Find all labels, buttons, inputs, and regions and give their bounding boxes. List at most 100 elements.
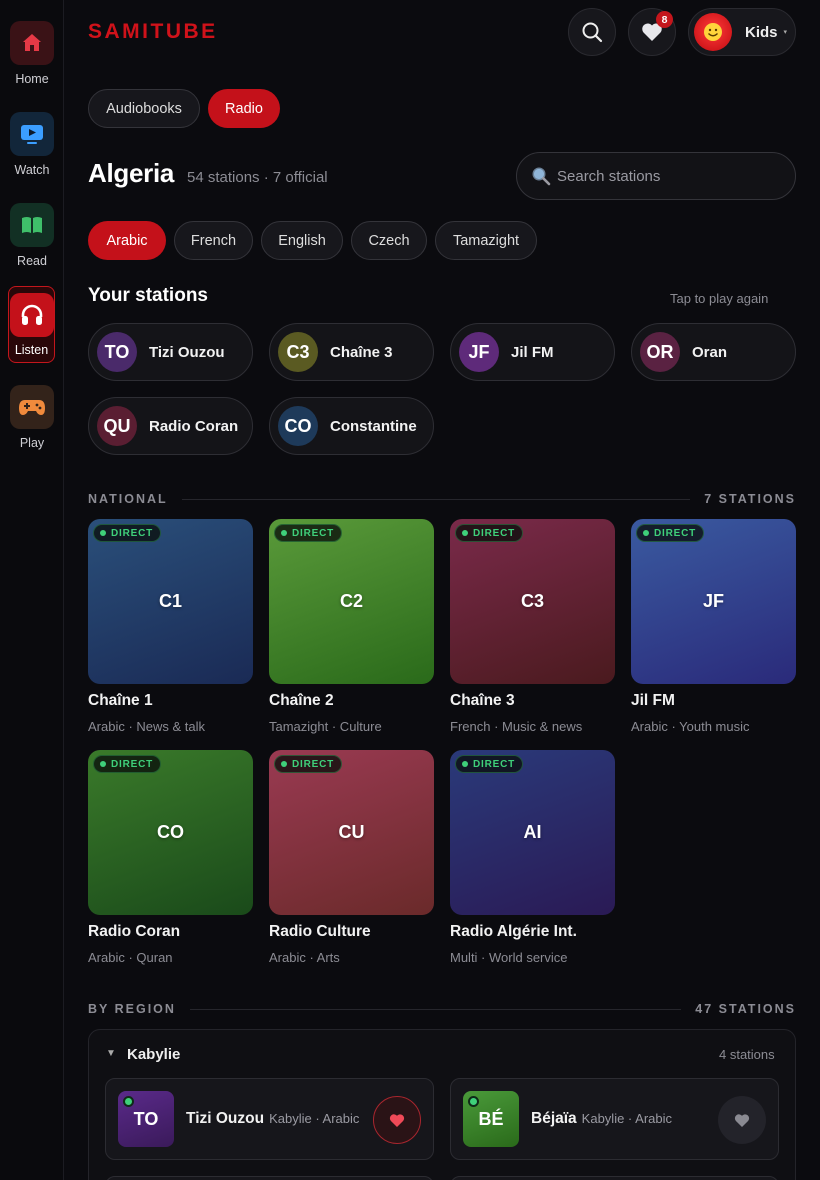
station-subtitle: Tamazight · Culture xyxy=(269,719,382,734)
search-input[interactable] xyxy=(557,167,777,185)
live-badge: DIRECT xyxy=(455,755,524,773)
region-name[interactable]: Kabylie xyxy=(127,1046,180,1063)
live-dot-icon xyxy=(100,530,106,536)
live-dot-icon xyxy=(468,1096,479,1107)
section-label: BY REGION xyxy=(88,1002,176,1016)
language-chip-french[interactable]: French xyxy=(174,221,253,260)
station-card-radio-coran[interactable]: DIRECT CO xyxy=(88,750,253,915)
listen-tile xyxy=(9,293,54,337)
live-label: DIRECT xyxy=(292,758,335,770)
sidebar-item-play[interactable]: Play xyxy=(7,385,57,450)
recent-station-pill[interactable]: QU Radio Coran xyxy=(88,397,253,455)
station-name: Constantine xyxy=(330,417,417,435)
station-search[interactable] xyxy=(516,152,796,200)
station-subtitle: French · Music & news xyxy=(450,719,583,734)
live-dot-icon xyxy=(281,761,287,767)
station-avatar: QU xyxy=(97,406,137,446)
station-name: Oran xyxy=(692,343,728,361)
live-label: DIRECT xyxy=(111,758,154,770)
station-count-summary: 54 stations · 7 official xyxy=(187,169,328,186)
home-tile xyxy=(10,21,54,65)
home-icon xyxy=(23,34,41,51)
station-card-radio-algerie-int[interactable]: DIRECT AI xyxy=(450,750,615,915)
station-avatar: BÉ xyxy=(463,1091,519,1147)
region-station-row[interactable]: TO Tizi Ouzou Kabylie · Arabic xyxy=(105,1078,434,1160)
sidebar-item-listen[interactable]: Listen xyxy=(8,286,55,363)
station-abbr: JF xyxy=(702,591,724,611)
station-name[interactable]: Radio Algérie Int. xyxy=(450,923,577,941)
live-label: DIRECT xyxy=(654,527,697,539)
live-label: DIRECT xyxy=(111,527,154,539)
station-name: Tizi Ouzou xyxy=(186,1110,265,1127)
station-subtitle: Multi · World service xyxy=(450,950,568,965)
sidebar-item-home[interactable]: Home xyxy=(7,21,57,86)
favorite-toggle-button[interactable] xyxy=(373,1096,421,1144)
favorite-toggle-button[interactable] xyxy=(718,1096,766,1144)
station-subtitle: Arabic · News & talk xyxy=(88,719,206,734)
language-chip-english[interactable]: English xyxy=(261,221,343,260)
collapse-caret-icon[interactable]: ▼ xyxy=(106,1048,116,1059)
favorites-button[interactable]: 8 xyxy=(628,8,676,56)
language-chip-czech[interactable]: Czech xyxy=(351,221,427,260)
station-card-chaine-2[interactable]: DIRECT C2 xyxy=(269,519,434,684)
station-name[interactable]: Radio Culture xyxy=(269,923,371,941)
station-card-radio-culture[interactable]: DIRECT CU xyxy=(269,750,434,915)
sidebar-label-read: Read xyxy=(17,254,47,268)
tab-audiobooks[interactable]: Audiobooks xyxy=(88,89,200,128)
book-icon xyxy=(22,217,42,233)
divider-line xyxy=(181,498,691,500)
station-abbr: BÉ xyxy=(478,1108,504,1129)
live-badge: DIRECT xyxy=(636,524,705,542)
favorites-count-badge: 8 xyxy=(656,11,673,28)
app-logo[interactable]: SAMITUBE xyxy=(88,20,218,44)
station-avatar: TO xyxy=(118,1091,174,1147)
station-name[interactable]: Chaîne 3 xyxy=(450,692,515,710)
station-name[interactable]: Jil FM xyxy=(631,692,675,710)
play-tile xyxy=(10,385,54,429)
station-abbr: C2 xyxy=(339,591,363,611)
station-name: Chaîne 3 xyxy=(330,343,393,361)
headphones-icon xyxy=(21,304,42,325)
live-dot-icon xyxy=(462,530,468,536)
read-tile xyxy=(10,203,54,247)
station-name[interactable]: Chaîne 2 xyxy=(269,692,334,710)
station-subtitle: Kabylie · Arabic xyxy=(269,1111,360,1126)
station-abbr: CU xyxy=(338,822,365,842)
station-name[interactable]: Chaîne 1 xyxy=(88,692,153,710)
language-chip-arabic[interactable]: Arabic xyxy=(88,221,166,260)
magnifier-icon xyxy=(532,167,551,186)
live-badge: DIRECT xyxy=(274,755,343,773)
recent-station-pill[interactable]: C3 Chaîne 3 xyxy=(269,323,434,381)
tv-icon xyxy=(21,125,43,144)
station-name[interactable]: Radio Coran xyxy=(88,923,180,941)
station-abbr: AI xyxy=(523,822,542,842)
station-avatar: JF xyxy=(459,332,499,372)
profile-switcher[interactable]: Kids ▾ xyxy=(688,8,796,56)
recent-station-pill[interactable]: JF Jil FM xyxy=(450,323,615,381)
station-subtitle: Arabic · Youth music xyxy=(631,719,750,734)
sidebar-item-read[interactable]: Read xyxy=(7,203,57,268)
region-station-row[interactable] xyxy=(105,1176,434,1180)
section-count: 47 STATIONS xyxy=(695,1002,796,1016)
sidebar-label-listen: Listen xyxy=(14,343,49,357)
region-station-row[interactable] xyxy=(450,1176,779,1180)
live-label: DIRECT xyxy=(292,527,335,539)
live-dot-icon xyxy=(643,530,649,536)
live-badge: DIRECT xyxy=(274,524,343,542)
language-chip-tamazight[interactable]: Tamazight xyxy=(435,221,537,260)
recent-station-pill[interactable]: OR Oran xyxy=(631,323,796,381)
region-station-row[interactable]: BÉ Béjaïa Kabylie · Arabic xyxy=(450,1078,779,1160)
recent-station-pill[interactable]: CO Constantine xyxy=(269,397,434,455)
station-card-chaine-3[interactable]: DIRECT C3 xyxy=(450,519,615,684)
station-abbr: C1 xyxy=(158,591,182,611)
station-abbr: CO xyxy=(157,822,184,842)
tab-radio[interactable]: Radio xyxy=(208,89,280,128)
search-button[interactable] xyxy=(568,8,616,56)
live-badge: DIRECT xyxy=(93,755,162,773)
recent-station-pill[interactable]: TO Tizi Ouzou xyxy=(88,323,253,381)
station-card-chaine-1[interactable]: DIRECT C1 xyxy=(88,519,253,684)
station-card-jil-fm[interactable]: DIRECT JF xyxy=(631,519,796,684)
national-section-header: NATIONAL 7 STATIONS xyxy=(88,492,796,506)
sidebar-item-watch[interactable]: Watch xyxy=(7,112,57,177)
gamepad-icon xyxy=(19,400,45,415)
